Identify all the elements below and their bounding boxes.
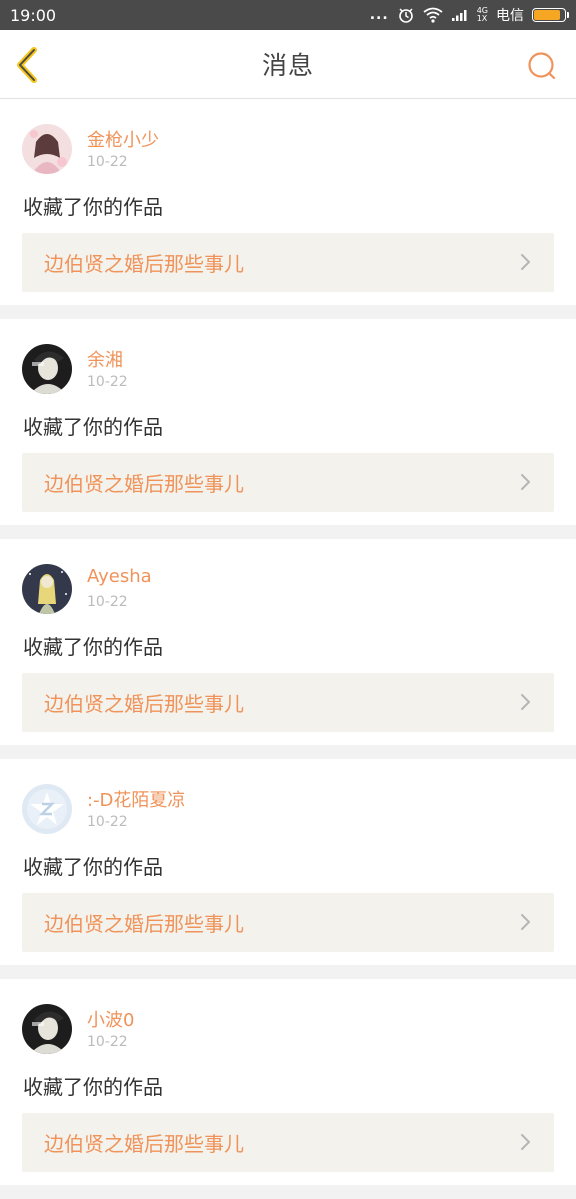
work-link-button[interactable]: 边伯贤之婚后那些事儿 bbox=[22, 453, 554, 512]
chevron-right-icon bbox=[521, 254, 531, 270]
more-dots-icon: ... bbox=[369, 7, 389, 23]
action-text: 收藏了你的作品 bbox=[23, 635, 163, 659]
network-type: 4G 1X bbox=[476, 6, 488, 23]
message-card: 余湘 10-22 收藏了你的作品边伯贤之婚后那些事儿 bbox=[0, 319, 576, 525]
avatar[interactable] bbox=[22, 344, 72, 394]
status-time: 19:00 bbox=[10, 5, 57, 25]
battery-level bbox=[534, 10, 560, 20]
status-icons: ... 4G 1X 电信 bbox=[369, 5, 569, 25]
message-date: 10-22 bbox=[87, 154, 128, 170]
work-title: 边伯贤之婚后那些事儿 bbox=[44, 472, 244, 496]
message-date: 10-22 bbox=[87, 374, 128, 390]
wifi-icon bbox=[423, 7, 443, 23]
message-list: 金枪小少 10-22 收藏了你的作品 边伯贤之婚后那些事儿 余湘 10-22 收藏了你的作品… bbox=[0, 99, 576, 1199]
back-button[interactable] bbox=[10, 44, 50, 84]
chevron-right-icon bbox=[521, 474, 531, 490]
chevron-left-icon bbox=[17, 47, 37, 83]
work-title: 边伯贤之婚后那些事儿 bbox=[44, 252, 244, 276]
action-text: 收藏了你的作品 bbox=[23, 195, 163, 219]
work-link-button[interactable]: 边伯贤之婚后那些事儿 bbox=[22, 673, 554, 732]
chevron-right-icon bbox=[521, 1134, 531, 1150]
username[interactable]: :-D花陌夏凉 bbox=[87, 786, 185, 812]
avatar[interactable] bbox=[22, 784, 72, 834]
work-title: 边伯贤之婚后那些事儿 bbox=[44, 1132, 244, 1156]
avatar[interactable] bbox=[22, 564, 72, 614]
message-card: Ayesha 10-22 收藏了你的作品边伯贤之婚后那些事儿 bbox=[0, 539, 576, 745]
username[interactable]: Ayesha bbox=[87, 566, 152, 587]
work-link-button[interactable]: 边伯贤之婚后那些事儿 bbox=[22, 233, 554, 292]
work-title: 边伯贤之婚后那些事儿 bbox=[44, 912, 244, 936]
work-link-button[interactable]: 边伯贤之婚后那些事儿 bbox=[22, 1113, 554, 1172]
search-icon bbox=[528, 52, 556, 80]
username[interactable]: 余湘 bbox=[87, 346, 123, 372]
avatar[interactable] bbox=[22, 124, 72, 174]
action-text: 收藏了你的作品 bbox=[23, 855, 163, 879]
work-link-button[interactable]: 边伯贤之婚后那些事儿 bbox=[22, 893, 554, 952]
battery-icon bbox=[532, 8, 569, 22]
message-card: :-D花陌夏凉 10-22 收藏了你的作品边伯贤之婚后那些事儿 bbox=[0, 759, 576, 965]
chevron-right-icon bbox=[521, 694, 531, 710]
message-date: 10-22 bbox=[87, 1034, 128, 1050]
page-title: 消息 bbox=[261, 51, 314, 80]
work-title: 边伯贤之婚后那些事儿 bbox=[44, 692, 244, 716]
alarm-icon bbox=[397, 6, 415, 24]
chevron-right-icon bbox=[521, 914, 531, 930]
search-button[interactable] bbox=[526, 50, 558, 82]
status-bar: 19:00 ... 4G 1X 电信 bbox=[0, 0, 576, 30]
message-card: 金枪小少 10-22 收藏了你的作品边伯贤之婚后那些事儿 bbox=[0, 99, 576, 305]
carrier-label: 电信 bbox=[496, 8, 524, 24]
signal-icon bbox=[451, 8, 469, 22]
avatar[interactable] bbox=[22, 1004, 72, 1054]
username[interactable]: 金枪小少 bbox=[87, 126, 159, 152]
message-date: 10-22 bbox=[87, 594, 128, 610]
message-date: 10-22 bbox=[87, 814, 128, 830]
username[interactable]: 小波0 bbox=[87, 1006, 134, 1032]
header: 消息 bbox=[0, 30, 576, 99]
message-card: 小波0 10-22 收藏了你的作品边伯贤之婚后那些事儿 bbox=[0, 979, 576, 1185]
action-text: 收藏了你的作品 bbox=[23, 415, 163, 439]
action-text: 收藏了你的作品 bbox=[23, 1075, 163, 1099]
